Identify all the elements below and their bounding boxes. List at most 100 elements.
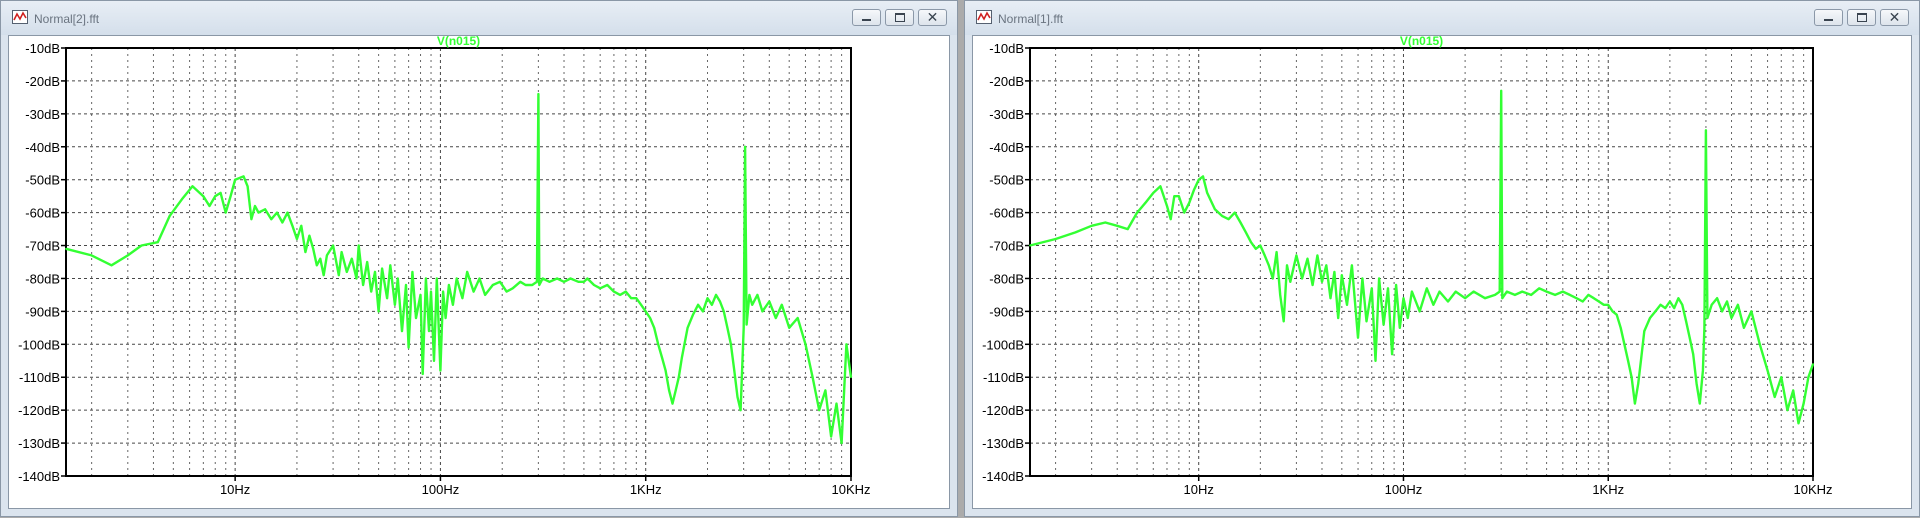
- data-point: [1365, 320, 1368, 323]
- data-point: [680, 356, 683, 359]
- data-point: [1301, 277, 1304, 280]
- data-point: [1730, 317, 1733, 319]
- close-button[interactable]: ✕: [1880, 9, 1909, 26]
- data-point: [1250, 241, 1252, 244]
- data-point: [411, 270, 414, 273]
- data-point: [830, 435, 833, 438]
- plot-pane[interactable]: -10dB -20dB -30dB -40dB -50dB -60dB -70dB -80dB…: [972, 35, 1912, 509]
- data-point: [472, 290, 475, 293]
- data-point: [357, 244, 360, 247]
- data-point: [1464, 297, 1467, 300]
- data-point: [1357, 336, 1359, 339]
- data-point: [1726, 300, 1728, 303]
- data-point: [1521, 290, 1524, 293]
- data-point: [229, 195, 232, 198]
- data-point: [1597, 300, 1600, 303]
- fft-window-right[interactable]: Normal[1].fft ✕ -10dB -20dB -30dB -40dB -50d…: [964, 0, 1920, 517]
- data-point: [421, 373, 424, 375]
- fft-window-left[interactable]: Normal[2].fft ✕ -10dB -20dB -30dB -40dB -50d…: [0, 0, 958, 517]
- data-point: [1136, 211, 1138, 214]
- data-point: [1681, 303, 1684, 306]
- data-point: [319, 257, 322, 260]
- plot-frame: [65, 47, 852, 477]
- data-point: [569, 277, 572, 280]
- data-point: [366, 261, 369, 263]
- data-point: [370, 290, 373, 293]
- y-tick-label: -70dB: [989, 239, 1024, 254]
- data-point: [126, 254, 129, 257]
- data-point: [419, 294, 422, 296]
- data-point: [1637, 382, 1640, 385]
- data-point: [1271, 277, 1274, 280]
- y-axis: -10dB -20dB -30dB -40dB -50dB -60dB -70dB -80dB…: [18, 41, 66, 484]
- data-point: [191, 185, 194, 188]
- y-tick-label: -130dB: [982, 436, 1024, 451]
- x-axis: 10Hz 100Hz 1KHz 10KHz: [1184, 476, 1833, 497]
- waveform-app-icon: [976, 10, 992, 24]
- data-point: [1329, 297, 1332, 300]
- data-point: [661, 356, 663, 359]
- data-point: [1702, 369, 1704, 372]
- data-point: [156, 241, 159, 244]
- window-titlebar[interactable]: Normal[2].fft ✕: [1, 1, 957, 35]
- data-point: [1494, 294, 1496, 296]
- y-tick-label: -110dB: [19, 370, 60, 385]
- data-point: [315, 264, 318, 267]
- data-point: [461, 297, 464, 300]
- data-point: [1634, 402, 1636, 405]
- y-tick-label: -50dB: [989, 173, 1024, 188]
- data-point: [1807, 376, 1810, 379]
- plot-pane[interactable]: -10dB -20dB -30dB -40dB -50dB -60dB -70dB -80dB…: [8, 35, 950, 509]
- data-point: [1054, 238, 1057, 240]
- data-point: [264, 208, 267, 211]
- minimize-button[interactable]: [852, 9, 881, 26]
- data-point: [768, 300, 771, 303]
- data-point: [1569, 294, 1571, 296]
- data-point: [1321, 280, 1323, 283]
- data-point: [90, 254, 93, 257]
- data-point: [845, 343, 848, 346]
- data-point: [710, 303, 713, 306]
- maximize-button[interactable]: [1847, 9, 1876, 26]
- data-point: [1506, 290, 1508, 293]
- data-point: [1177, 195, 1180, 198]
- data-point: [337, 274, 340, 277]
- data-point: [1695, 382, 1698, 385]
- close-button[interactable]: ✕: [918, 9, 947, 26]
- y-tick-label: -10dB: [25, 41, 60, 56]
- fft-chart: -10dB -20dB -30dB -40dB -50dB -60dB -70dB -80dB…: [982, 36, 1833, 497]
- data-point: [246, 185, 249, 188]
- data-point: [466, 270, 469, 273]
- data-point: [326, 254, 328, 257]
- data-point: [1766, 369, 1769, 372]
- data-point: [1581, 300, 1584, 303]
- data-point: [1267, 264, 1270, 267]
- data-point: [1259, 244, 1262, 247]
- data-point: [538, 284, 541, 286]
- y-tick-label: -20dB: [25, 74, 60, 89]
- data-point: [1607, 303, 1610, 306]
- data-point: [374, 270, 376, 273]
- window-titlebar[interactable]: Normal[1].fft ✕: [965, 1, 1919, 35]
- data-point: [730, 343, 732, 346]
- data-point: [1275, 251, 1278, 254]
- minimize-button[interactable]: [1814, 9, 1843, 26]
- data-point: [286, 211, 289, 214]
- maximize-button[interactable]: [885, 9, 914, 26]
- data-point: [332, 244, 334, 247]
- data-point: [697, 303, 700, 306]
- x-tick-label: 100Hz: [1385, 482, 1423, 497]
- data-point: [1623, 343, 1626, 346]
- data-point: [1279, 294, 1282, 296]
- data-point: [180, 198, 183, 201]
- y-tick-label: -20dB: [989, 74, 1024, 89]
- data-point: [1340, 274, 1343, 277]
- data-point: [340, 251, 343, 254]
- data-point: [1758, 343, 1761, 346]
- data-point: [1710, 303, 1713, 306]
- x-axis: 10Hz 100Hz 1KHz 10KHz: [220, 476, 871, 497]
- data-point: [491, 284, 494, 286]
- data-point: [1627, 359, 1629, 362]
- data-point: [484, 294, 486, 296]
- data-point: [1703, 326, 1706, 329]
